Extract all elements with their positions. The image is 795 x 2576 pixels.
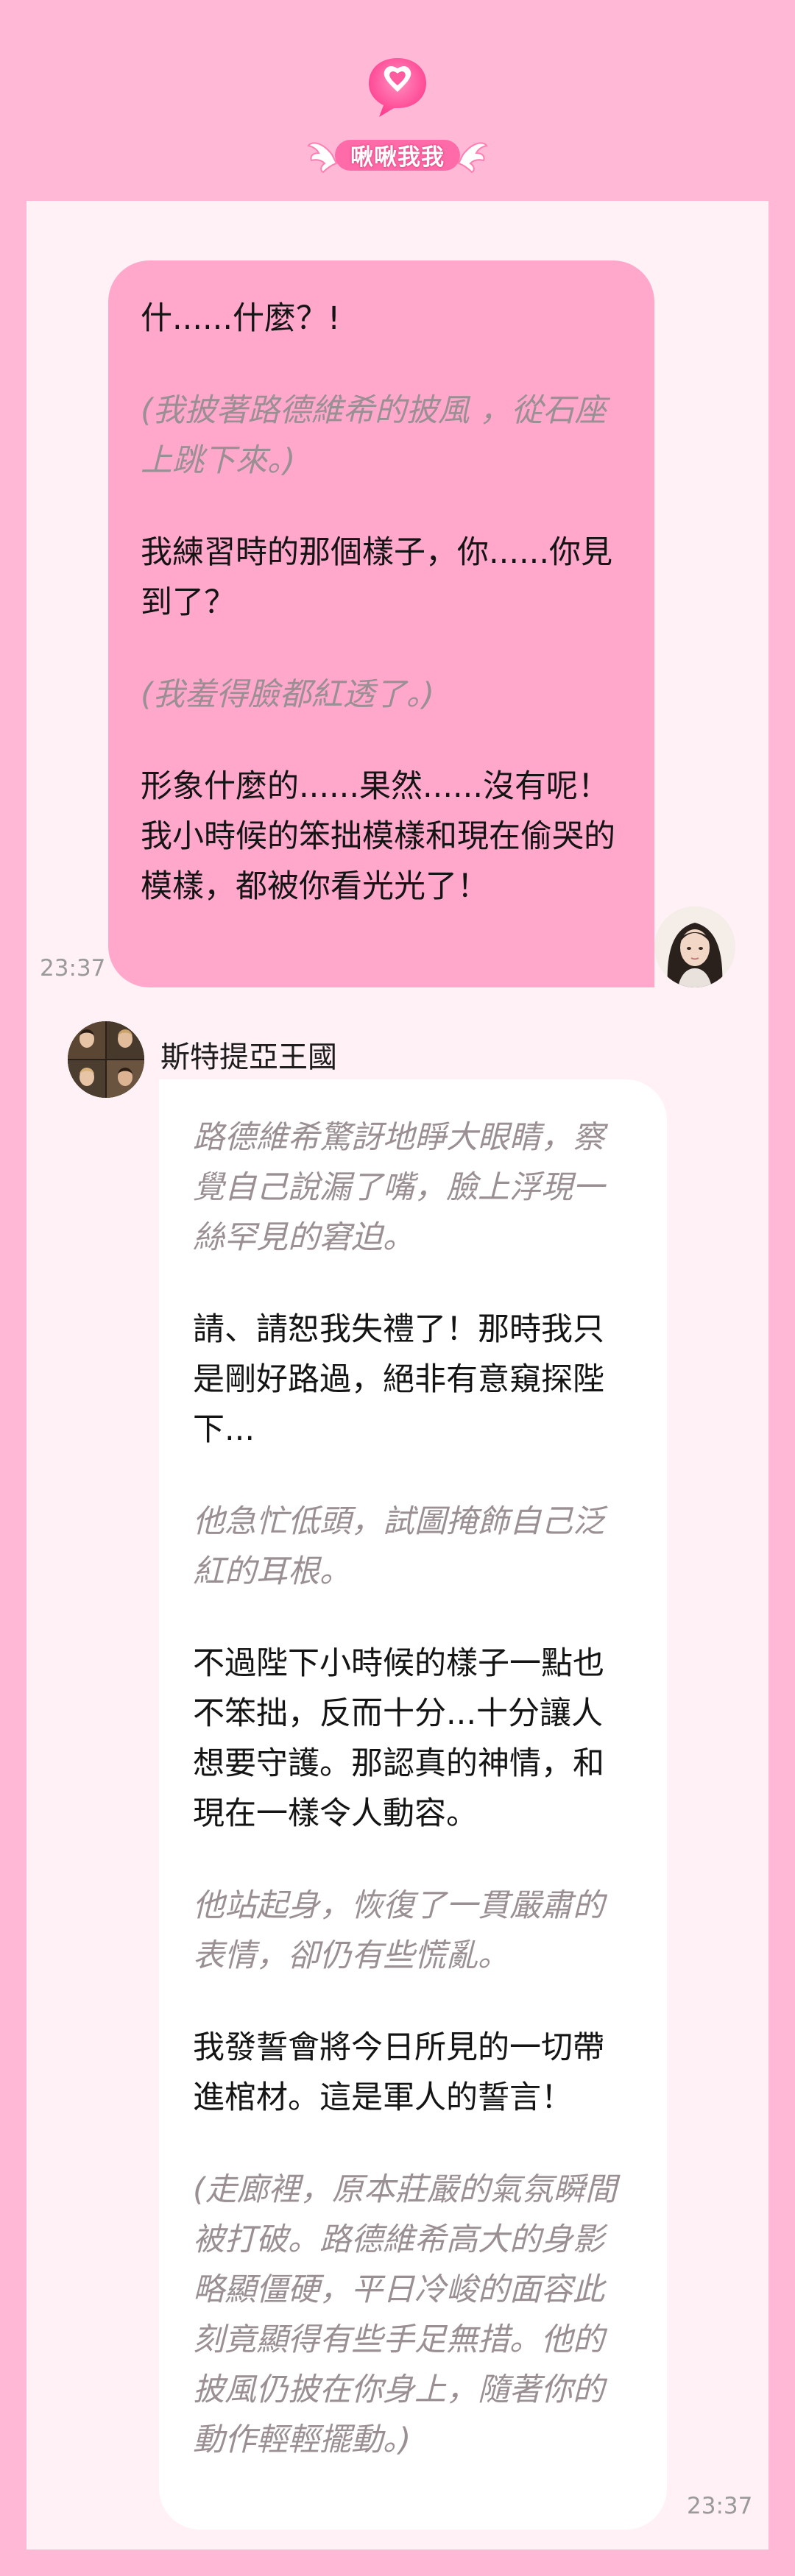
message-action: (我羞得臉都紅透了。) — [141, 676, 435, 713]
app-logo: 啾啾我我 — [307, 131, 488, 178]
app-logo-text: 啾啾我我 — [350, 143, 445, 171]
user-message-bubble[interactable]: 什......什麼？! (我披著路德維希的披風 ，從石座上跳下來。) 我練習時的… — [108, 260, 654, 987]
bot-avatar-image — [68, 1021, 144, 1098]
user-message-time: 23:37 — [40, 955, 106, 982]
bot-name: 斯特提亞王國 — [160, 1040, 337, 1074]
message-speech: 形象什麼的......果然......沒有呢！我小時候的笨拙模樣和現在偷哭的模樣… — [141, 768, 615, 905]
message-action: 他站起身，恢復了一貫嚴肅的表情，卻仍有些慌亂。 — [193, 1887, 604, 1974]
message-action: (走廊裡，原本莊嚴的氣氛瞬間被打破。路德維希高大的身影略顯僵硬，平日冷峻的面容此… — [193, 2171, 617, 2458]
message-speech: 什......什麼？! — [141, 300, 341, 337]
message-speech: 請、請恕我失禮了！那時我只是剛好路過，絕非有意窺探陛下... — [193, 1311, 604, 1448]
message-speech: 我發誓會將今日所見的一切帶進棺材。這是軍人的誓言！ — [193, 2029, 604, 2116]
message-action: 路德維希驚訝地睜大眼睛，察覺自己說漏了嘴，臉上浮現一絲罕見的窘迫。 — [193, 1119, 604, 1256]
message-action: (我披著路德維希的披風 ，從石座上跳下來。) — [141, 392, 607, 479]
heart-speech-bubble-icon — [369, 58, 426, 117]
chat-frame: 啾啾我我 什......什麼？! (我披著路德維希的披風 ，從石座上跳下來。) … — [26, 26, 768, 2550]
app-header: 啾啾我我 — [26, 26, 768, 201]
bot-avatar[interactable] — [68, 1021, 144, 1098]
bot-message-time: 23:37 — [687, 2493, 753, 2519]
message-speech: 不過陛下小時候的樣子一點也不笨拙，反而十分...十分讓人想要守護。那認真的神情，… — [193, 1645, 604, 1832]
message-speech: 我練習時的那個樣子，你......你見到了？ — [141, 534, 613, 621]
user-avatar-image — [654, 906, 735, 987]
bot-message-bubble[interactable]: 路德維希驚訝地睜大眼睛，察覺自己說漏了嘴，臉上浮現一絲罕見的窘迫。 請、請恕我失… — [159, 1079, 667, 2530]
user-avatar[interactable] — [654, 906, 735, 987]
message-action: 他急忙低頭，試圖掩飾自己泛紅的耳根。 — [193, 1503, 604, 1590]
